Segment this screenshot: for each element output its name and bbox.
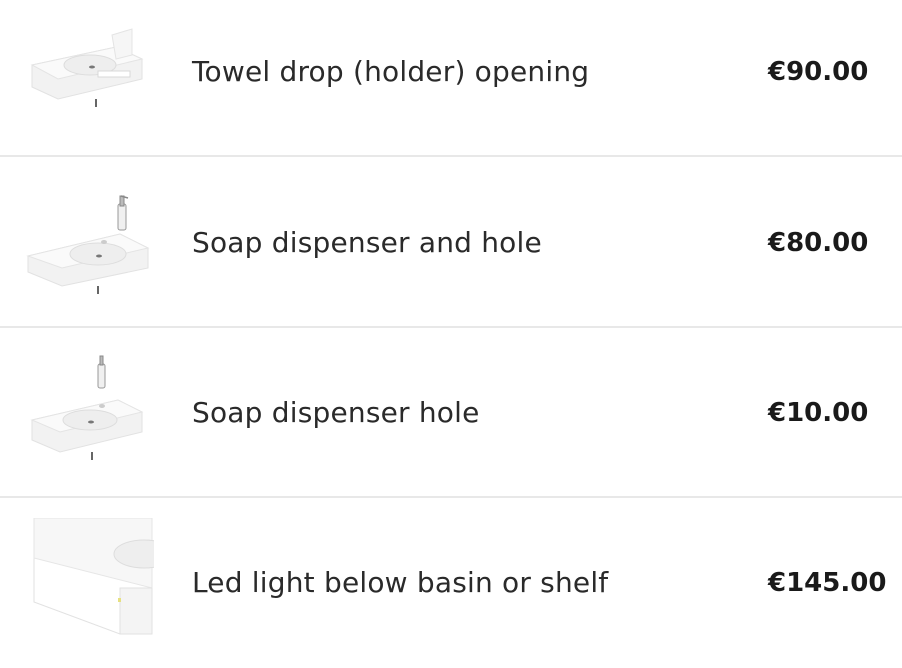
option-row-soap-dispenser-and-hole[interactable]: Soap dispenser and hole €80.00 <box>0 158 902 328</box>
basin-led-light-icon <box>24 518 154 648</box>
option-price: €145.00 <box>768 568 887 598</box>
option-price: €80.00 <box>768 228 869 258</box>
option-row-led-light[interactable]: Led light below basin or shelf €145.00 <box>0 498 902 668</box>
option-name: Led light below basin or shelf <box>192 566 609 599</box>
basin-soap-dispenser-icon <box>24 178 154 308</box>
option-name: Soap dispenser hole <box>192 396 480 429</box>
basin-towel-holder-icon <box>24 7 154 137</box>
option-list: Towel drop (holder) opening €90.00 Soap … <box>0 0 902 652</box>
option-row-soap-dispenser-hole[interactable]: Soap dispenser hole €10.00 <box>0 328 902 498</box>
option-name: Soap dispenser and hole <box>192 226 542 259</box>
option-row-towel-drop[interactable]: Towel drop (holder) opening €90.00 <box>0 0 902 157</box>
basin-soap-hole-icon <box>24 348 154 478</box>
option-price: €90.00 <box>768 57 869 87</box>
option-price: €10.00 <box>768 398 869 428</box>
option-name: Towel drop (holder) opening <box>192 55 590 88</box>
